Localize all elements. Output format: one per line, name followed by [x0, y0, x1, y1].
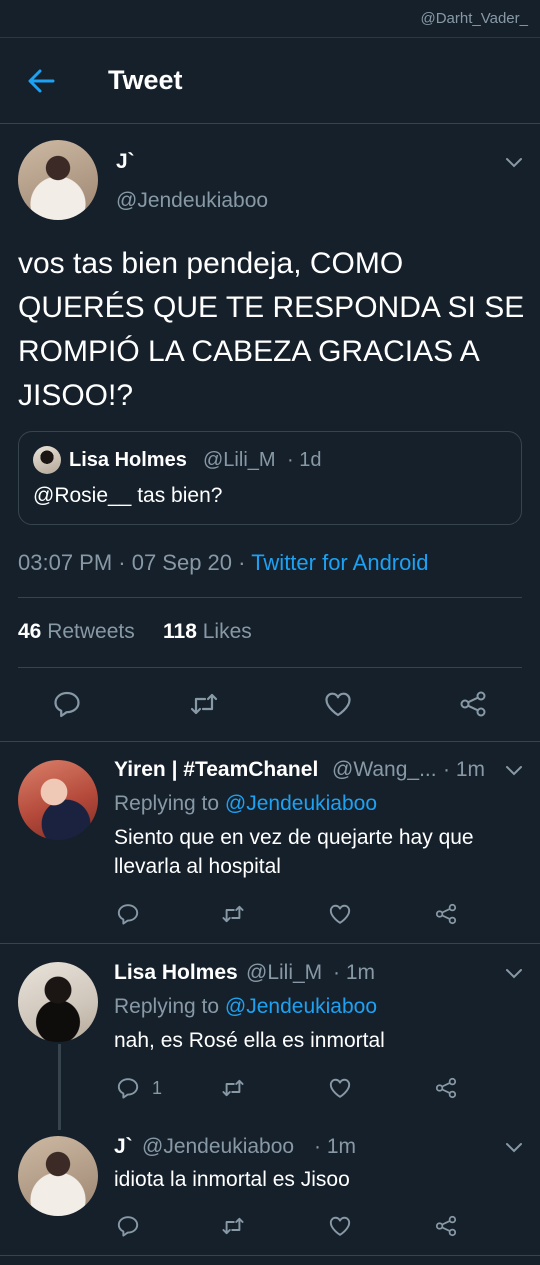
reply-text-line2: llevarla al hospital: [114, 855, 281, 878]
chevron-down-icon[interactable]: [504, 1140, 524, 1154]
comment-icon: [116, 1076, 140, 1100]
retweets-count: 46: [18, 620, 42, 643]
tweet-metadata: 03:07 PM · 07 Sep 20 · Twitter for Andro…: [18, 550, 429, 576]
reply-time: · 1m: [333, 961, 375, 984]
share-button[interactable]: [434, 902, 458, 926]
watermark-text: @Darht_Vader_: [420, 10, 528, 27]
divider: [18, 597, 522, 598]
tweet-timestamp: 03:07 PM · 07 Sep 20 ·: [18, 550, 252, 575]
reply-handle[interactable]: @Wang_...: [332, 758, 437, 782]
reply-avatar[interactable]: [18, 962, 98, 1042]
share-button[interactable]: [434, 1214, 458, 1238]
heart-icon: [323, 689, 353, 719]
like-button[interactable]: [323, 689, 353, 719]
reply-count: 1: [152, 1078, 163, 1098]
likes-count: 118: [163, 620, 197, 643]
comment-icon: [116, 1214, 140, 1238]
top-bar: @Darht_Vader_: [0, 0, 540, 38]
author-avatar[interactable]: [18, 140, 98, 220]
share-icon: [458, 689, 488, 719]
reply-time: · 1m: [443, 758, 485, 781]
retweets-stat[interactable]: 46 Retweets: [18, 620, 135, 644]
reply-button[interactable]: [116, 902, 140, 926]
section-divider: [0, 741, 540, 742]
retweet-icon: [220, 902, 246, 926]
like-button[interactable]: [328, 1214, 352, 1238]
share-icon: [434, 1214, 458, 1238]
reply-avatar[interactable]: [18, 760, 98, 840]
comment-icon: [52, 689, 82, 719]
chevron-down-icon[interactable]: [504, 155, 524, 169]
retweet-icon: [220, 1076, 246, 1100]
thread-connector-line: [58, 1044, 61, 1130]
tweet-text: vos tas bien pendeja, COMO QUERÉS QUE TE…: [18, 247, 525, 412]
replying-to-prefix: Replying to: [114, 995, 225, 1018]
reply-text: nah, es Rosé ella es inmortal: [114, 1029, 385, 1052]
replying-to-prefix: Replying to: [114, 792, 225, 815]
reply-button[interactable]: [52, 689, 82, 719]
share-button[interactable]: [434, 1076, 458, 1100]
reply-button[interactable]: [116, 1214, 140, 1238]
quoted-avatar: [33, 446, 61, 474]
quoted-handle: @Lili_M: [203, 449, 276, 471]
author-display-name[interactable]: J`: [116, 150, 135, 174]
reply-button[interactable]: [116, 1076, 140, 1100]
replying-to-handle[interactable]: @Jendeukiaboo: [225, 792, 377, 815]
replying-to: Replying to @Jendeukiaboo: [114, 995, 377, 1019]
section-divider: [0, 1255, 540, 1256]
author-handle[interactable]: @Jendeukiaboo: [116, 189, 268, 213]
reply-text: Siento que en vez de quejarte hay que: [114, 826, 474, 849]
like-button[interactable]: [328, 1076, 352, 1100]
page-title: Tweet: [108, 65, 183, 95]
retweet-button[interactable]: [220, 1076, 246, 1100]
retweet-button[interactable]: [220, 902, 246, 926]
reply-display-name[interactable]: Yiren | #TeamChanel: [114, 758, 318, 782]
comment-icon: [116, 902, 140, 926]
reply-time: · 1m: [314, 1135, 356, 1158]
replying-to: Replying to @Jendeukiaboo: [114, 792, 377, 816]
replying-to-handle[interactable]: @Jendeukiaboo: [225, 995, 377, 1018]
likes-stat[interactable]: 118 Likes: [163, 620, 252, 644]
retweets-label: Retweets: [47, 620, 135, 643]
reply-handle[interactable]: @Jendeukiaboo: [142, 1135, 294, 1159]
divider: [18, 667, 522, 668]
chevron-down-icon[interactable]: [504, 966, 524, 980]
share-icon: [434, 902, 458, 926]
reply-display-name[interactable]: J`: [114, 1135, 133, 1159]
quoted-tweet-card[interactable]: Lisa Holmes @Lili_M · 1d @Rosie__ tas bi…: [18, 431, 522, 525]
reply-text: idiota la inmortal es Jisoo: [114, 1168, 350, 1191]
chevron-down-icon[interactable]: [504, 763, 524, 777]
reply-display-name[interactable]: Lisa Holmes: [114, 961, 238, 985]
likes-label: Likes: [202, 620, 252, 643]
header: Tweet: [0, 38, 540, 124]
back-arrow-icon[interactable]: [26, 66, 56, 96]
retweet-icon: [220, 1214, 246, 1238]
reply-handle[interactable]: @Lili_M: [246, 961, 322, 985]
reply-avatar[interactable]: [18, 1136, 98, 1216]
retweet-button[interactable]: [220, 1214, 246, 1238]
share-icon: [434, 1076, 458, 1100]
heart-icon: [328, 1076, 352, 1100]
quoted-display-name: Lisa Holmes: [69, 449, 187, 471]
tweet-source[interactable]: Twitter for Android: [251, 550, 428, 575]
quoted-time: · 1d: [287, 449, 322, 471]
retweet-icon: [188, 689, 220, 719]
share-button[interactable]: [458, 689, 488, 719]
section-divider: [0, 943, 540, 944]
heart-icon: [328, 1214, 352, 1238]
like-button[interactable]: [328, 902, 352, 926]
quoted-text: @Rosie__ tas bien?: [33, 484, 223, 507]
heart-icon: [328, 902, 352, 926]
retweet-button[interactable]: [188, 689, 220, 719]
